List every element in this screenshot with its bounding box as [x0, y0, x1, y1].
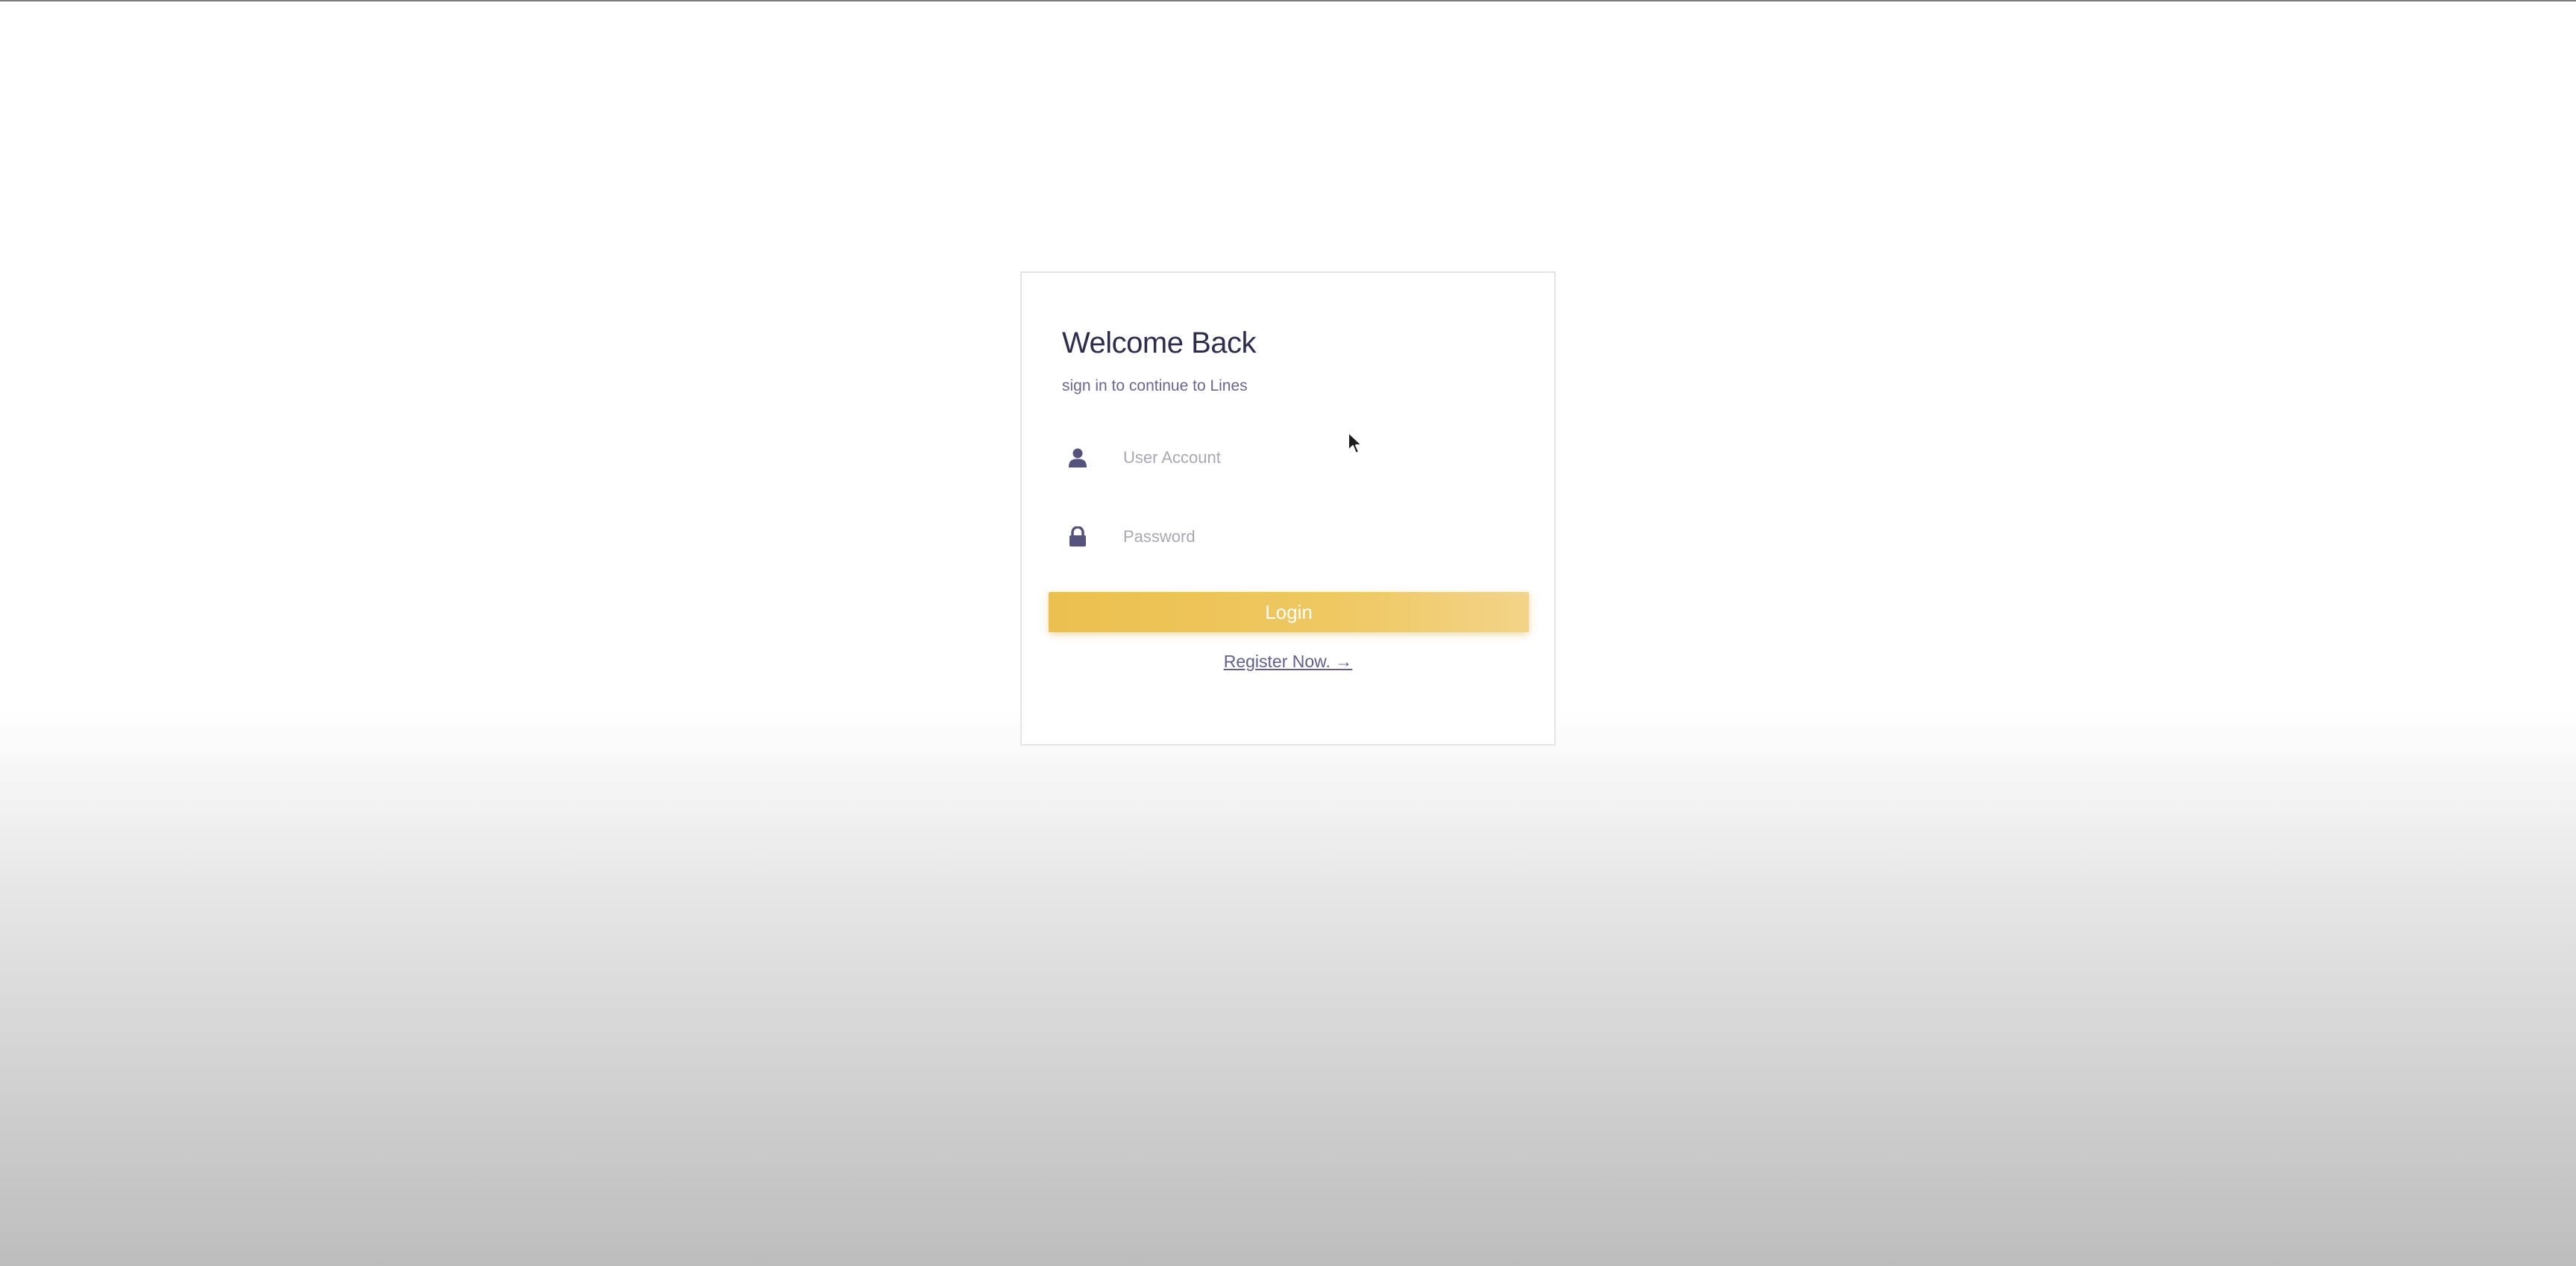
- username-input[interactable]: [1123, 441, 1496, 474]
- password-field[interactable]: [1062, 514, 1510, 559]
- mouse-cursor-icon: [1348, 432, 1363, 454]
- login-card: Welcome Back sign in to continue to Line…: [1020, 271, 1556, 746]
- register-link[interactable]: Register Now. →: [1022, 652, 1554, 672]
- subtitle: sign in to continue to Lines: [1062, 377, 1248, 394]
- lock-icon: [1069, 526, 1086, 547]
- window-top-border: [0, 0, 2576, 1]
- password-input[interactable]: [1123, 520, 1496, 553]
- user-icon: [1069, 448, 1087, 467]
- username-field[interactable]: [1062, 435, 1510, 480]
- page-title: Welcome Back: [1062, 327, 1257, 359]
- login-button[interactable]: Login: [1049, 592, 1529, 632]
